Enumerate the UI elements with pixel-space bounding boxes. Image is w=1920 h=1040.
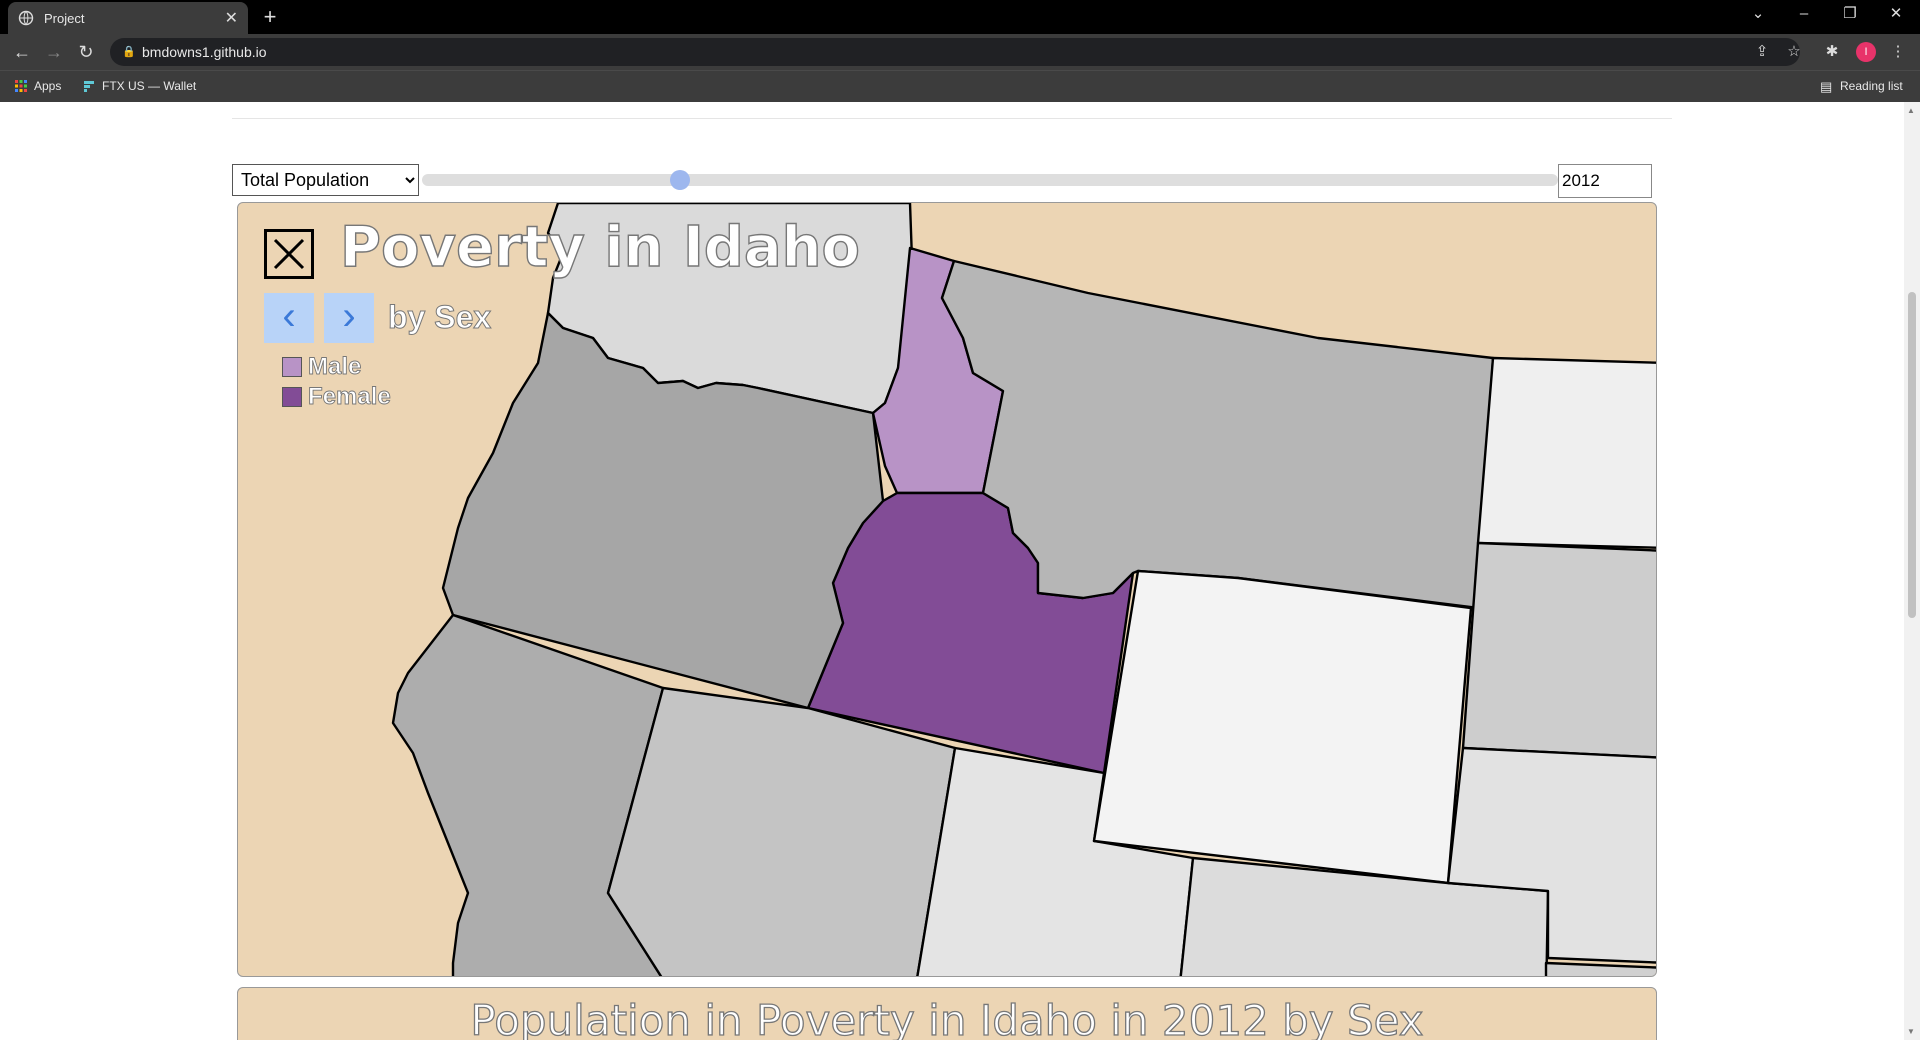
chart-panel: Population in Poverty in Idaho in 2012 b…: [237, 987, 1657, 1040]
url-text: bmdowns1.github.io: [142, 44, 267, 60]
reading-list-label: Reading list: [1840, 79, 1903, 93]
browser-toolbar: ← → ↻ 🔒 bmdowns1.github.io ⇪ ☆ ✱ I ⋮: [0, 34, 1920, 70]
restore-button[interactable]: ❐: [1827, 0, 1873, 30]
profile-avatar[interactable]: I: [1856, 42, 1876, 62]
state-south-dakota: [1461, 541, 1656, 759]
scroll-up-icon[interactable]: ▲: [1907, 106, 1915, 115]
chart-title: Population in Poverty in Idaho in 2012 b…: [470, 995, 1425, 1040]
legend-swatch: [282, 387, 302, 407]
state-kansas-edge: [1544, 961, 1656, 976]
tab-search-icon[interactable]: ⌄: [1735, 0, 1781, 30]
bookmark-label: FTX US — Wallet: [102, 79, 197, 93]
metric-select[interactable]: Total Population: [232, 164, 419, 196]
scrollbar-thumb[interactable]: [1908, 292, 1916, 618]
close-button[interactable]: [264, 229, 314, 279]
year-slider-thumb[interactable]: [669, 170, 690, 190]
bookmarks-bar: Apps FTX US — Wallet ▤ Reading list: [0, 70, 1920, 102]
minimize-button[interactable]: –: [1781, 0, 1827, 30]
share-icon[interactable]: ⇪: [1750, 40, 1774, 64]
legend-item-male: Male: [282, 353, 362, 381]
reload-button[interactable]: ↻: [74, 40, 98, 64]
legend-item-female: Female: [282, 383, 391, 411]
map-panel: Poverty in Idaho ‹ › by Sex Male Female: [237, 202, 1657, 977]
legend-label: Female: [308, 383, 392, 411]
map-subtitle: by Sex: [387, 299, 492, 336]
scrollbar[interactable]: ▲ ▼: [1904, 102, 1920, 1040]
chevron-left-icon: ‹: [282, 294, 296, 338]
page-content: Total Population 2012 Poverty in Idaho ‹…: [0, 102, 1920, 1040]
menu-icon[interactable]: ⋮: [1886, 40, 1910, 64]
scroll-down-icon[interactable]: ▼: [1907, 1027, 1915, 1036]
address-bar[interactable]: 🔒 bmdowns1.github.io: [110, 38, 1800, 66]
bookmark-star-icon[interactable]: ☆: [1782, 40, 1806, 64]
divider: [232, 118, 1672, 119]
state-nevada: [606, 686, 957, 976]
year-slider-track[interactable]: [422, 174, 1558, 186]
tab-title: Project: [44, 10, 85, 26]
tab-strip: Project ✕ + ⌄ – ❐ ✕: [0, 0, 1920, 34]
forward-button[interactable]: →: [42, 40, 66, 64]
back-button[interactable]: ←: [10, 40, 34, 64]
reading-list-icon: ▤: [1820, 79, 1833, 94]
tab-close-icon[interactable]: ✕: [225, 8, 238, 28]
lock-icon: 🔒: [122, 46, 136, 58]
state-wyoming: [1092, 569, 1473, 885]
close-icon: [273, 238, 305, 270]
next-button[interactable]: ›: [324, 293, 374, 343]
prev-button[interactable]: ‹: [264, 293, 314, 343]
bookmark-apps[interactable]: Apps: [14, 79, 61, 93]
close-window-button[interactable]: ✕: [1873, 0, 1919, 30]
map-title: Poverty in Idaho: [339, 214, 860, 280]
legend-label: Male: [308, 353, 362, 381]
reading-list-button[interactable]: ▤ Reading list: [1820, 79, 1903, 94]
year-input[interactable]: 2012: [1558, 164, 1652, 198]
legend-swatch: [282, 357, 302, 377]
state-north-dakota: [1476, 356, 1656, 549]
extensions-icon[interactable]: ✱: [1820, 40, 1844, 64]
apps-grid-icon: [15, 80, 27, 92]
globe-icon: [18, 10, 34, 26]
bookmark-ftx[interactable]: FTX US — Wallet: [82, 79, 196, 93]
browser-tab[interactable]: Project ✕: [8, 2, 248, 34]
chevron-right-icon: ›: [342, 294, 356, 338]
ftx-icon: [84, 81, 94, 92]
new-tab-button[interactable]: +: [258, 4, 282, 30]
bookmark-label: Apps: [34, 79, 62, 93]
